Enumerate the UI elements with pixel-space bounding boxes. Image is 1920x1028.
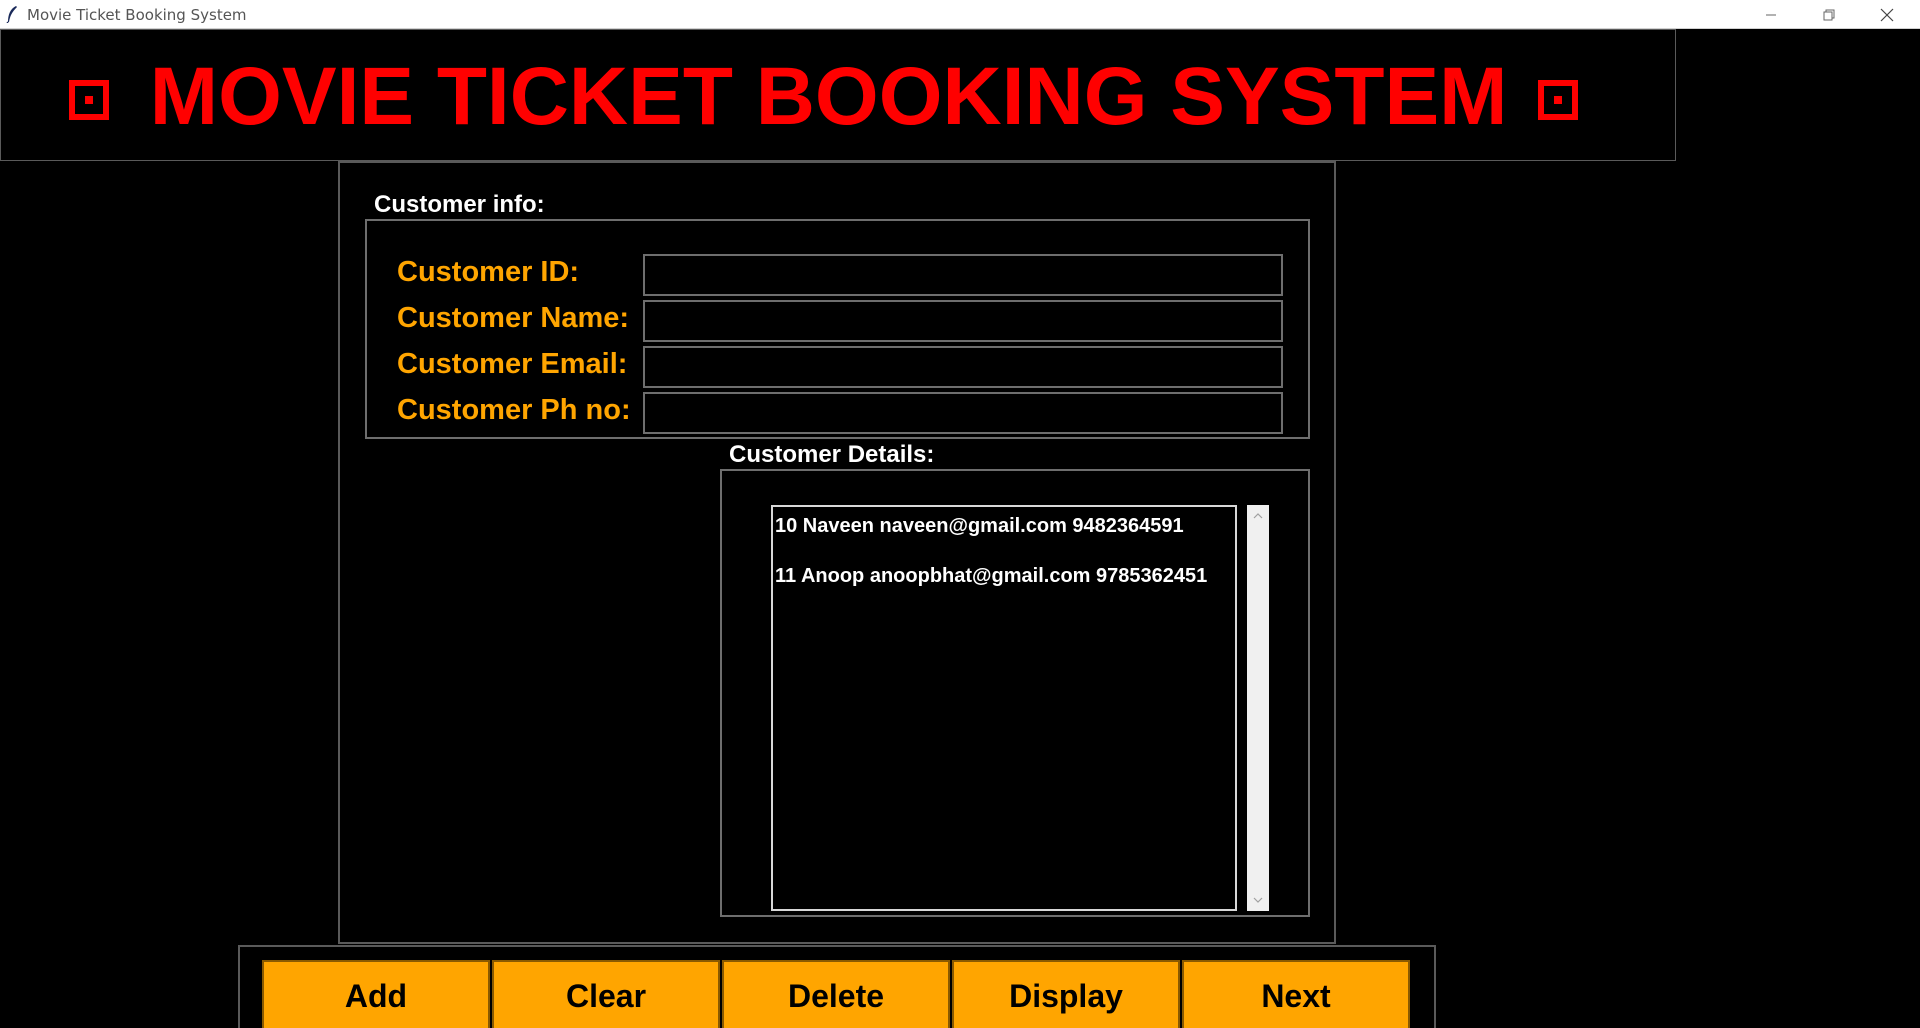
list-item[interactable]: 11 Anoop anoopbhat@gmail.com 9785362451	[773, 563, 1235, 613]
customer-name-label: Customer Name:	[397, 302, 630, 334]
restore-button[interactable]	[1800, 0, 1858, 29]
close-button[interactable]	[1858, 0, 1916, 29]
chevron-down-icon	[1253, 897, 1263, 903]
minimize-icon	[1766, 14, 1776, 15]
customer-details-listbox[interactable]: 10 Naveen naveen@gmail.com 9482364591 11…	[771, 505, 1237, 911]
box-icon	[69, 80, 109, 120]
customer-name-input[interactable]	[643, 300, 1283, 342]
page-title: MOVIE TICKET BOOKING SYSTEM	[149, 51, 1508, 142]
customer-phone-input[interactable]	[643, 392, 1283, 434]
customer-info-legend: Customer info:	[368, 191, 551, 219]
listbox-scrollbar[interactable]	[1247, 505, 1269, 911]
clear-button[interactable]: Clear	[492, 960, 720, 1028]
window-titlebar: Movie Ticket Booking System	[0, 0, 1920, 29]
customer-email-label: Customer Email:	[397, 348, 628, 380]
window-title: Movie Ticket Booking System	[27, 6, 247, 24]
restore-icon	[1823, 9, 1835, 20]
next-button[interactable]: Next	[1182, 960, 1410, 1028]
chevron-up-icon	[1253, 513, 1263, 519]
customer-details-legend: Customer Details:	[723, 441, 941, 469]
scroll-up-button[interactable]	[1247, 507, 1269, 525]
box-icon	[1538, 80, 1579, 120]
minimize-button[interactable]	[1742, 0, 1800, 29]
customer-email-input[interactable]	[643, 346, 1283, 388]
customer-phone-label: Customer Ph no:	[397, 394, 631, 426]
customer-id-input[interactable]	[643, 254, 1283, 296]
delete-button[interactable]: Delete	[722, 960, 950, 1028]
add-button[interactable]: Add	[262, 960, 490, 1028]
page-title-row: MOVIE TICKET BOOKING SYSTEM	[69, 50, 1579, 144]
scroll-down-button[interactable]	[1247, 891, 1269, 909]
feather-icon	[6, 6, 17, 23]
close-icon	[1880, 8, 1894, 21]
header-banner: MOVIE TICKET BOOKING SYSTEM	[0, 29, 1676, 161]
list-item[interactable]: 10 Naveen naveen@gmail.com 9482364591	[773, 513, 1235, 563]
customer-id-label: Customer ID:	[397, 256, 580, 288]
display-button[interactable]: Display	[952, 960, 1180, 1028]
